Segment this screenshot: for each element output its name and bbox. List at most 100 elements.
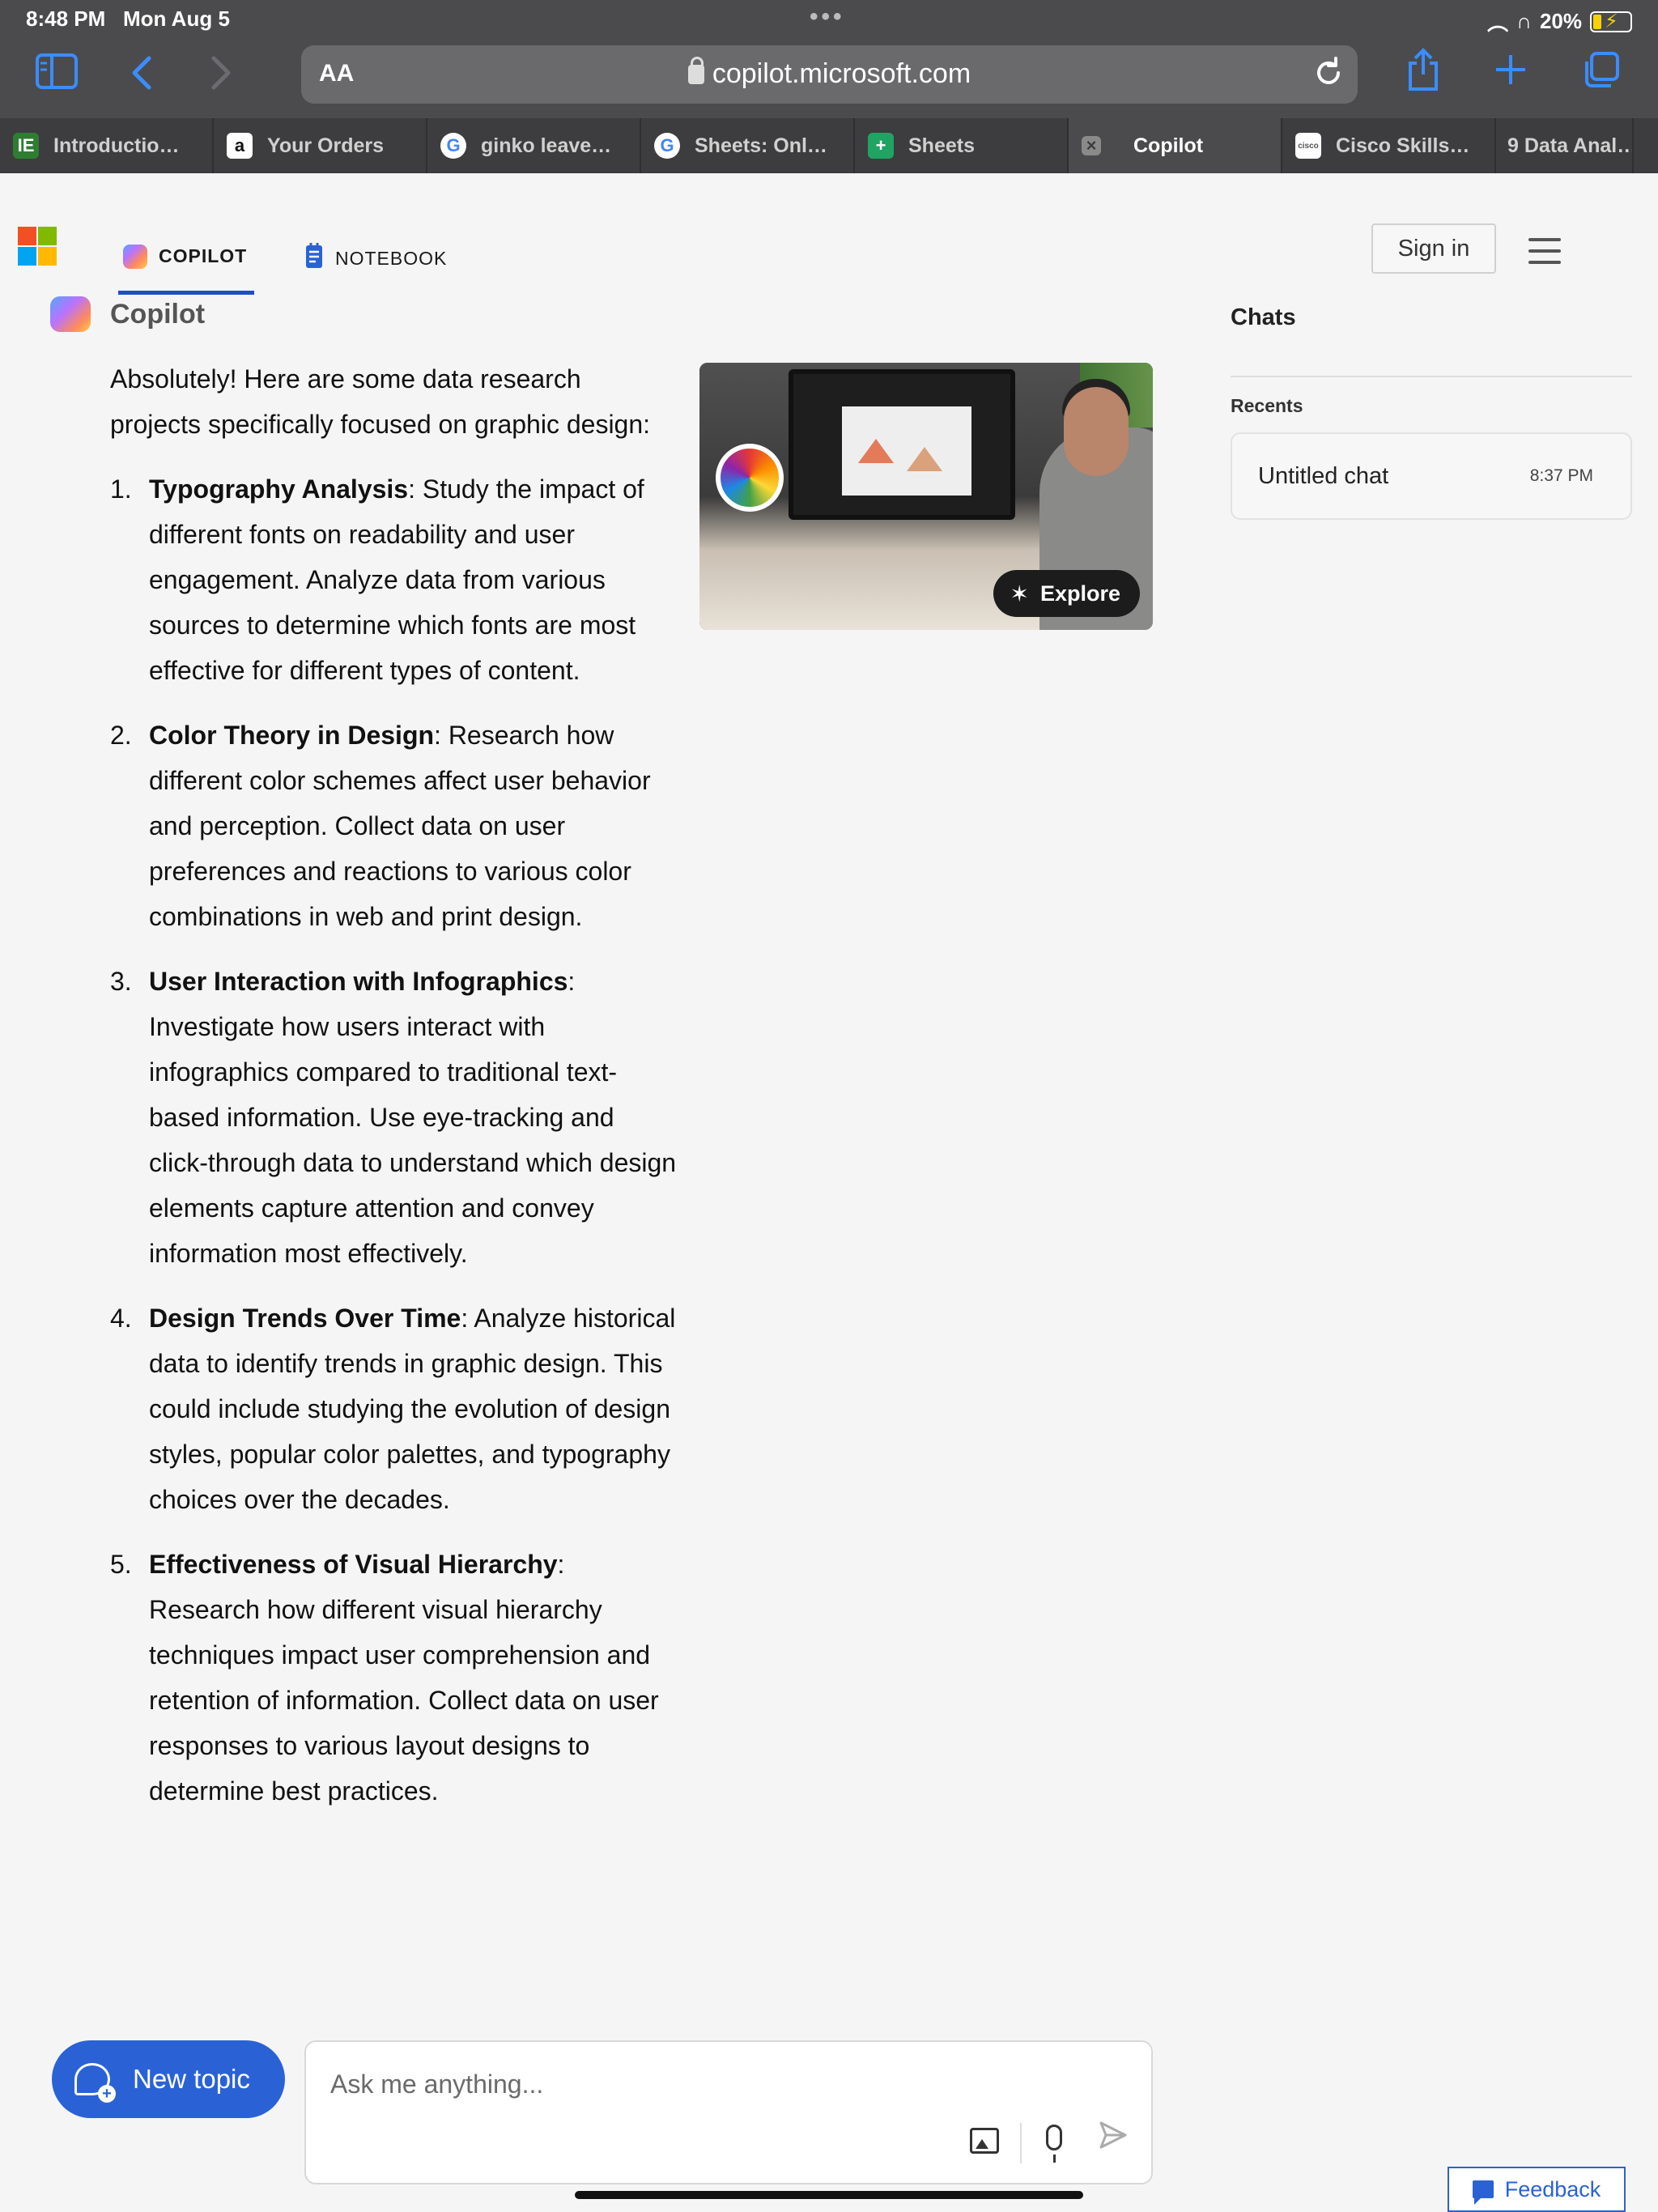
copilot-logo-icon xyxy=(123,244,147,269)
back-icon[interactable] xyxy=(130,53,154,100)
list-number: 4. xyxy=(110,1304,132,1333)
tab-label: 9 Data Anal… xyxy=(1507,134,1634,157)
url-text: copilot.microsoft.com xyxy=(712,58,971,89)
list-number: 5. xyxy=(110,1550,132,1579)
list-item: 1. Typography Analysis: Study the impact … xyxy=(110,466,677,693)
battery-percent: 20% xyxy=(1539,9,1582,33)
tab-copilot[interactable]: COPILOT xyxy=(118,222,254,295)
browser-tab[interactable]: Gginko leave… xyxy=(427,118,641,173)
sidebar-toggle-icon[interactable] xyxy=(36,52,78,99)
item-title: Design Trends Over Time xyxy=(149,1304,461,1333)
feedback-icon xyxy=(1472,2180,1494,2205)
item-title: Typography Analysis xyxy=(149,474,409,504)
assistant-name: Copilot xyxy=(110,298,206,330)
message-header: Copilot xyxy=(50,296,205,332)
new-topic-button[interactable]: New topic xyxy=(52,2040,285,2118)
browser-tab[interactable]: G Sheets: Onl… xyxy=(641,118,855,173)
browser-tab[interactable]: a Your Orders xyxy=(214,118,427,173)
battery-icon: ⚡ xyxy=(1590,11,1632,32)
browser-tab-active[interactable]: × Copilot xyxy=(1069,118,1282,173)
item-text: : Analyze historical data to identify tr… xyxy=(149,1304,676,1514)
share-icon[interactable] xyxy=(1405,47,1441,102)
item-title: User Interaction with Infographics xyxy=(149,967,568,996)
copilot-page: COPILOT NOTEBOOK Sign in Copilot Absolut… xyxy=(0,173,1658,2212)
list-item: 3. User Interaction with Infographics: In… xyxy=(110,959,677,1276)
lock-icon xyxy=(687,57,704,84)
monitor-graphic xyxy=(789,369,1015,520)
tab-favicon-icon: IE xyxy=(13,133,39,159)
list-number: 1. xyxy=(110,474,132,504)
item-title: Effectiveness of Visual Hierarchy xyxy=(149,1550,558,1579)
item-text: : Study the impact of different fonts on… xyxy=(149,474,644,685)
list-number: 3. xyxy=(110,967,132,996)
tab-label: Your Orders xyxy=(267,134,385,157)
project-list: 1. Typography Analysis: Study the impact … xyxy=(110,466,677,1814)
assistant-message: Absolutely! Here are some data research … xyxy=(110,356,677,1833)
tab-label: Copilot xyxy=(1133,134,1204,157)
tab-label: Introductio… xyxy=(53,134,180,157)
forward-icon[interactable] xyxy=(209,53,233,100)
sign-in-button[interactable]: Sign in xyxy=(1371,223,1496,274)
new-tab-icon[interactable] xyxy=(1493,50,1528,97)
feedback-label: Feedback xyxy=(1504,2176,1601,2201)
browser-tab[interactable]: + Sheets xyxy=(855,118,1069,173)
microsoft-logo-icon[interactable] xyxy=(18,227,57,266)
status-date: Mon Aug 5 xyxy=(123,6,230,31)
status-time: 8:48 PM xyxy=(26,6,106,31)
list-item: 4. Design Trends Over Time: Analyze histo… xyxy=(110,1295,677,1522)
tab-notebook[interactable]: NOTEBOOK xyxy=(304,222,447,295)
tab-favicon-icon: + xyxy=(868,133,894,159)
divider xyxy=(1231,376,1632,377)
item-text: : Investigate how users interact with in… xyxy=(149,967,677,1268)
tab-favicon-icon: G xyxy=(654,133,680,159)
wifi-icon: ︵ xyxy=(1487,11,1509,35)
home-indicator[interactable] xyxy=(575,2191,1083,2199)
multitasking-dots-icon[interactable]: ••• xyxy=(810,3,845,31)
notebook-icon xyxy=(304,242,324,274)
chat-title: Untitled chat xyxy=(1258,463,1389,489)
image-upload-icon[interactable] xyxy=(970,2128,999,2154)
tab-label: Sheets: Onl… xyxy=(695,134,827,157)
recents-label: Recents xyxy=(1231,395,1303,416)
send-icon[interactable] xyxy=(1098,2120,1129,2159)
reload-icon[interactable] xyxy=(1314,55,1343,96)
browser-tab[interactable]: cisco Cisco Skills… xyxy=(1282,118,1496,173)
address-bar[interactable]: AA copilot.microsoft.com xyxy=(301,45,1358,104)
message-intro: Absolutely! Here are some data research … xyxy=(110,364,651,439)
tab-label: Sheets xyxy=(908,134,975,157)
composer xyxy=(304,2040,1153,2184)
tab-strip: IE Introductio… a Your Orders Gginko leave… xyxy=(0,118,1658,173)
tab-favicon-icon: a xyxy=(227,133,253,159)
browser-tab[interactable]: IE Introductio… xyxy=(0,118,214,173)
status-right: ︵ ∩ 20% ⚡ xyxy=(1487,6,1632,36)
chats-heading: Chats xyxy=(1231,304,1296,330)
microphone-icon[interactable] xyxy=(1046,2125,1062,2163)
tab-overview-icon[interactable] xyxy=(1582,50,1621,99)
new-chat-icon xyxy=(74,2063,116,2103)
feedback-button[interactable]: Feedback xyxy=(1448,2167,1626,2212)
ios-status-bar: 8:48 PM Mon Aug 5 ••• ︵ ∩ 20% ⚡ xyxy=(0,0,1658,36)
browser-tab[interactable]: 9 Data Anal… xyxy=(1496,118,1634,173)
tab-favicon-icon: G xyxy=(440,133,466,159)
chat-time: 8:37 PM xyxy=(1529,466,1593,485)
tab-label: Cisco Skills… xyxy=(1336,134,1470,157)
item-title: Color Theory in Design xyxy=(149,721,435,750)
item-text: : Research how different color schemes a… xyxy=(149,721,651,931)
color-wheel-graphic xyxy=(716,444,784,512)
magic-wand-icon: ✶ xyxy=(1010,581,1029,606)
list-item: 5. Effectiveness of Visual Hierarchy: Res… xyxy=(110,1542,677,1814)
tab-copilot-label: COPILOT xyxy=(159,245,248,266)
explore-button[interactable]: ✶ Explore xyxy=(993,570,1140,617)
recent-chat-item[interactable]: Untitled chat 8:37 PM xyxy=(1231,432,1632,520)
browser-toolbar: AA copilot.microsoft.com xyxy=(0,36,1658,118)
new-topic-label: New topic xyxy=(133,2064,250,2094)
explore-label: Explore xyxy=(1039,581,1120,606)
tab-label: ginko leave… xyxy=(481,134,612,157)
list-number: 2. xyxy=(110,721,132,750)
tab-notebook-label: NOTEBOOK xyxy=(335,247,448,269)
menu-icon[interactable] xyxy=(1528,238,1561,272)
related-image-card[interactable]: ✶ Explore xyxy=(699,363,1153,630)
tab-favicon-icon: cisco xyxy=(1295,133,1321,159)
tab-close-icon[interactable]: × xyxy=(1082,135,1101,155)
ask-input[interactable] xyxy=(330,2061,1107,2107)
